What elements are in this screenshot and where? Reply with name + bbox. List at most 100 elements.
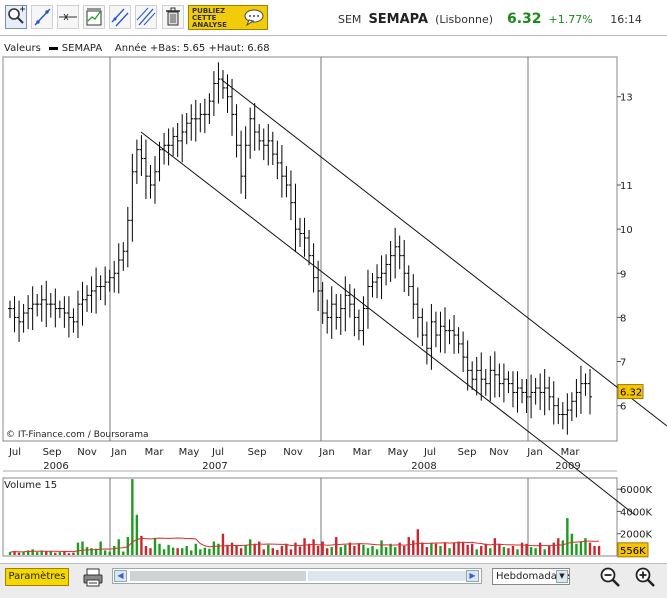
volume-bar [353,545,356,555]
volume-bar [276,549,279,555]
volume-bar [393,547,397,555]
volume-bar [566,518,569,555]
volume-tick-label: 4000K [620,507,652,518]
volume-bar [534,548,537,555]
volume-title: Volume 15 [4,480,57,491]
volume-bar [507,548,510,555]
volume-bar [357,543,361,555]
volume-bar [316,545,320,555]
time-scrollbar[interactable]: ◀ ▶ [112,568,482,584]
volume-bar [475,549,478,555]
volume-bar [548,545,551,555]
year-label: 2009 [555,461,580,472]
volume-bar [199,549,202,555]
volume-bar [498,543,501,555]
x-tick-label: Sep [248,447,267,458]
volume-bar [493,538,497,555]
parameters-button[interactable]: Paramètres [5,568,69,586]
volume-bar [484,543,487,555]
last-price-label: 6.32 [620,388,642,399]
volume-bar [480,545,483,555]
volume-bar [557,538,560,555]
volume-bar [81,541,84,555]
x-tick-label: Nov [77,447,97,458]
volume-bar [262,549,265,555]
volume-bar [230,542,234,555]
volume-bar [362,544,365,555]
volume-bar [99,541,102,555]
volume-bar [561,540,565,555]
volume-bar [457,541,460,555]
volume-bar [144,545,148,555]
volume-bar [285,543,288,555]
printer-icon[interactable] [82,567,104,587]
volume-bar [570,533,574,555]
price-chart[interactable]: 6 7 8 9 10 11 13 Jul Sep Nov Jan Mar May Jul Sep Nov Jan… [0,0,667,562]
volume-bar [203,547,207,555]
volume-bar [135,514,139,555]
scroll-track[interactable] [308,571,466,581]
zoom-in-icon[interactable] [633,566,657,588]
volume-bar [452,542,456,555]
volume-bar [217,543,220,555]
volume-bar [552,542,555,555]
volume-bar [403,545,406,555]
y-tick-label: 10 [620,225,633,236]
y-tick-label: 13 [620,93,633,104]
volume-bar [267,544,270,555]
volume-bar [85,547,89,555]
x-tick-label: May [388,447,409,458]
volume-bar [17,552,21,555]
volume-bar [366,548,370,555]
volume-bar [579,541,583,555]
volume-bar [448,548,451,555]
copyright-label: © IT-Finance.com / Boursorama [6,430,148,440]
y-tick-label: 8 [620,313,626,324]
volume-bar [439,545,442,555]
volume-bar [307,543,311,555]
volume-bar [194,543,197,555]
scroll-right-icon[interactable]: ▶ [466,570,479,582]
volume-bar [280,545,284,555]
volume-bar [520,542,524,555]
volume-bar [221,533,225,555]
x-tick-label: Sep [458,447,477,458]
volume-bar [108,551,111,555]
volume-bar [375,549,379,555]
y-tick-label: 9 [620,269,626,280]
volume-bar [384,547,388,555]
volume-bar [54,552,57,555]
volume-bar [339,547,342,555]
x-tick-label: Jan [318,447,334,458]
period-select[interactable]: Hebdomadaire ▼ [492,568,570,585]
volume-bar [321,541,324,555]
year-label: 2008 [411,461,436,472]
volume-bar [371,545,374,555]
volume-bar [176,548,179,555]
last-volume-label: 556K [620,546,646,557]
x-tick-label: Jul [423,447,436,458]
volume-bar [434,543,438,555]
volume-bar [35,552,39,555]
volume-bar [131,479,134,555]
scroll-thumb[interactable] [130,571,306,581]
y-tick-label: 7 [620,358,626,369]
scroll-left-icon[interactable]: ◀ [114,570,127,582]
volume-bar [8,552,12,555]
chevron-down-icon[interactable]: ▼ [556,570,568,583]
volume-bar [185,545,188,555]
volume-bar [294,542,297,555]
volume-bar [67,553,71,555]
zoom-out-icon[interactable] [598,566,622,588]
volume-bar [421,542,424,555]
y-tick-label: 6 [620,402,626,413]
volume-bar [103,550,107,555]
volume-bar [335,537,338,555]
volume-bar [407,537,410,555]
x-tick-label: Mar [145,447,165,458]
volume-bar [298,546,302,555]
volume-bar [466,544,469,555]
x-tick-label: Nov [283,447,303,458]
volume-bar [588,542,592,555]
volume-bar [167,544,170,555]
